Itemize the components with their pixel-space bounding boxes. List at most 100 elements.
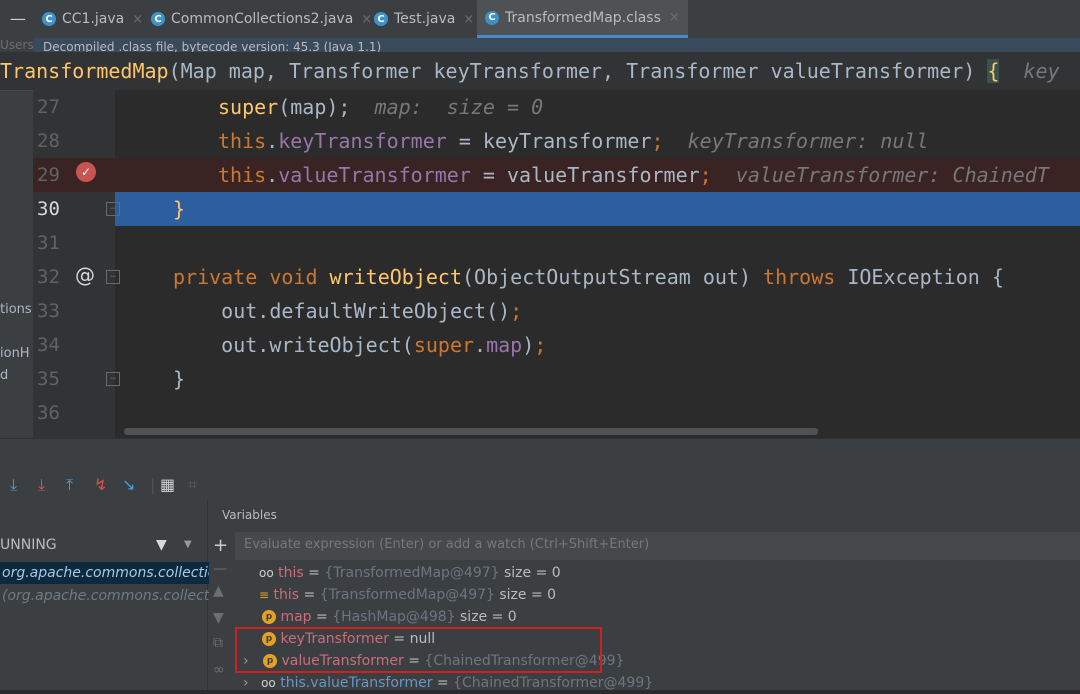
banner-text: Decompiled .class file, bytecode version… bbox=[43, 40, 382, 52]
fold-icon[interactable]: − bbox=[106, 202, 120, 216]
watch-icon: oo bbox=[259, 566, 274, 580]
stack-frame[interactable]: org.apache.commons.collections. bbox=[0, 562, 209, 584]
line-number: 31 bbox=[37, 232, 60, 254]
horizontal-scrollbar[interactable] bbox=[124, 428, 818, 435]
code-line[interactable]: 31 bbox=[33, 226, 1080, 260]
code-token: ) bbox=[522, 333, 535, 357]
line-number: 27 bbox=[37, 96, 60, 118]
code-token: out.writeObject( bbox=[173, 333, 414, 357]
code-token: throws bbox=[763, 265, 848, 289]
code-editor[interactable]: 27 super(map); map: size = 0 28 this.keyTra… bbox=[33, 90, 1080, 438]
line-number: 35 bbox=[37, 368, 60, 390]
code-token: (ObjectOutputStream out) bbox=[462, 265, 764, 289]
tab-commoncollections2[interactable]: C CommonCollections2.java × bbox=[151, 0, 372, 38]
duplicate-icon[interactable]: ⧉ bbox=[213, 635, 223, 651]
code-line[interactable]: 33 out.defaultWriteObject(); bbox=[33, 294, 1080, 328]
move-down-icon[interactable]: ▼ bbox=[213, 610, 224, 626]
minimize-icon[interactable]: — bbox=[10, 9, 26, 28]
code-token: super bbox=[413, 333, 475, 357]
code-token: . bbox=[266, 129, 279, 153]
code-token: ; bbox=[534, 333, 547, 357]
line-number: 34 bbox=[37, 334, 60, 356]
code-token: map bbox=[486, 333, 523, 357]
step-over-icon[interactable]: ⤓ bbox=[10, 475, 17, 495]
stack-frame[interactable]: (org.apache.commons.collection bbox=[0, 585, 209, 607]
step-out-icon[interactable]: ⤒ bbox=[66, 475, 73, 495]
code-line[interactable]: 30} bbox=[37, 192, 1080, 226]
annotation-marker-icon[interactable]: @ bbox=[75, 263, 95, 287]
code-token: writeObject bbox=[329, 265, 462, 289]
fold-icon[interactable]: − bbox=[106, 372, 120, 386]
toolbar-separator: | bbox=[150, 475, 156, 494]
show-types-icon[interactable]: ∞ bbox=[213, 662, 225, 678]
code-text: super(map); map: size = 0 bbox=[218, 90, 543, 124]
code-text: } bbox=[173, 192, 185, 226]
trace-stream-icon[interactable]: ⌗ bbox=[188, 475, 197, 495]
tab-label: CommonCollections2.java bbox=[171, 11, 354, 27]
constructor-params: (Map map, Transformer keyTransformer, Tr… bbox=[168, 59, 988, 83]
code-token: (map); bbox=[278, 95, 375, 119]
code-line[interactable]: 27 super(map); map: size = 0 bbox=[33, 90, 1080, 124]
code-token: = keyTransformer bbox=[446, 129, 652, 153]
inlay-hint: key bbox=[1023, 59, 1060, 83]
line-number: 36 bbox=[37, 402, 60, 424]
remove-watch-icon[interactable]: — bbox=[213, 561, 227, 577]
breadcrumb-fragment: Users bbox=[0, 38, 34, 52]
tab-cc1[interactable]: C CC1.java × bbox=[42, 0, 143, 38]
breakpoint-icon[interactable]: ✓ bbox=[76, 162, 96, 182]
evaluate-expression-field[interactable]: Evaluate expression (Enter) or add a wat… bbox=[235, 532, 1080, 560]
fold-icon[interactable]: − bbox=[106, 270, 120, 284]
variables-title: Variables bbox=[222, 508, 277, 522]
code-text: out.writeObject(super.map); bbox=[173, 328, 546, 362]
editor-tab-bar: — C CC1.java × C CommonCollections2.java… bbox=[0, 0, 1080, 39]
thread-state-label[interactable]: UNNING bbox=[0, 537, 57, 553]
evaluate-expression-icon[interactable]: ▦ bbox=[160, 475, 175, 494]
code-token: . bbox=[266, 163, 279, 187]
move-up-icon[interactable]: ▲ bbox=[213, 583, 224, 599]
line-number: 29 bbox=[37, 164, 60, 186]
debugger-panel: ⤓ ⤓ ⤒ ↯ ↘ | ▦ ⌗ UNNING ▼ ▼ org.apache.co… bbox=[0, 438, 1080, 691]
code-line[interactable]: 28 this.keyTransformer = keyTransformer; … bbox=[33, 124, 1080, 158]
code-token: keyTransformer bbox=[278, 129, 447, 153]
variable-row[interactable]: p map = {HashMap@498} size = 0 bbox=[235, 606, 1080, 628]
code-token: valueTransformer bbox=[278, 163, 471, 187]
variable-row[interactable]: oo this = {TransformedMap@497} size = 0 bbox=[235, 562, 1080, 584]
code-token: IOException { bbox=[847, 265, 1004, 289]
run-to-cursor-icon[interactable]: ↘ bbox=[122, 475, 135, 494]
close-icon[interactable]: × bbox=[132, 12, 143, 27]
code-text: private void writeObject(ObjectOutputStr… bbox=[173, 260, 1004, 294]
tab-test[interactable]: C Test.java × bbox=[374, 0, 474, 38]
code-token: this bbox=[218, 163, 267, 187]
code-line[interactable]: 29 this.valueTransformer = valueTransform… bbox=[33, 158, 1080, 192]
java-class-icon: C bbox=[42, 12, 56, 26]
close-icon[interactable]: × bbox=[669, 10, 680, 25]
close-icon[interactable]: × bbox=[463, 12, 474, 27]
highlight-annotation-box bbox=[235, 627, 602, 673]
variable-row[interactable]: ≡ this = {TransformedMap@497} size = 0 bbox=[235, 584, 1080, 606]
close-icon[interactable]: × bbox=[361, 12, 372, 27]
tab-transformedmap[interactable]: C TransformedMap.class × bbox=[477, 0, 688, 38]
code-token: private void bbox=[173, 265, 330, 289]
matched-brace: { bbox=[987, 59, 1000, 83]
code-line[interactable]: 35} bbox=[33, 362, 1080, 396]
filter-icon[interactable]: ▼ bbox=[156, 537, 167, 553]
project-tree-fragment: ionH bbox=[0, 346, 30, 361]
variable-row[interactable]: › oo this.valueTransformer = {ChainedTra… bbox=[235, 672, 1080, 694]
line-number: 32 bbox=[37, 266, 60, 288]
step-into-icon[interactable]: ⤓ bbox=[38, 475, 45, 495]
decompiled-banner: Decompiled .class file, bytecode version… bbox=[33, 38, 1080, 52]
drop-frame-icon[interactable]: ↯ bbox=[94, 475, 107, 494]
tab-label: TransformedMap.class bbox=[505, 9, 661, 26]
add-watch-icon[interactable]: + bbox=[213, 535, 228, 556]
sticky-method-header[interactable]: TransformedMap(Map map, Transformer keyT… bbox=[0, 52, 1080, 91]
chevron-down-icon[interactable]: ▼ bbox=[184, 539, 192, 550]
code-line[interactable]: 34 out.writeObject(super.map); bbox=[33, 328, 1080, 362]
java-class-icon: C bbox=[151, 12, 165, 26]
code-line[interactable]: 32 private void writeObject(ObjectOutputS… bbox=[33, 260, 1080, 294]
code-line[interactable]: 36 bbox=[33, 396, 1080, 430]
code-text: this.valueTransformer = valueTransformer… bbox=[218, 158, 1049, 192]
code-token: } bbox=[173, 367, 186, 391]
code-text: out.defaultWriteObject(); bbox=[173, 294, 522, 328]
tab-label: CC1.java bbox=[62, 11, 125, 27]
